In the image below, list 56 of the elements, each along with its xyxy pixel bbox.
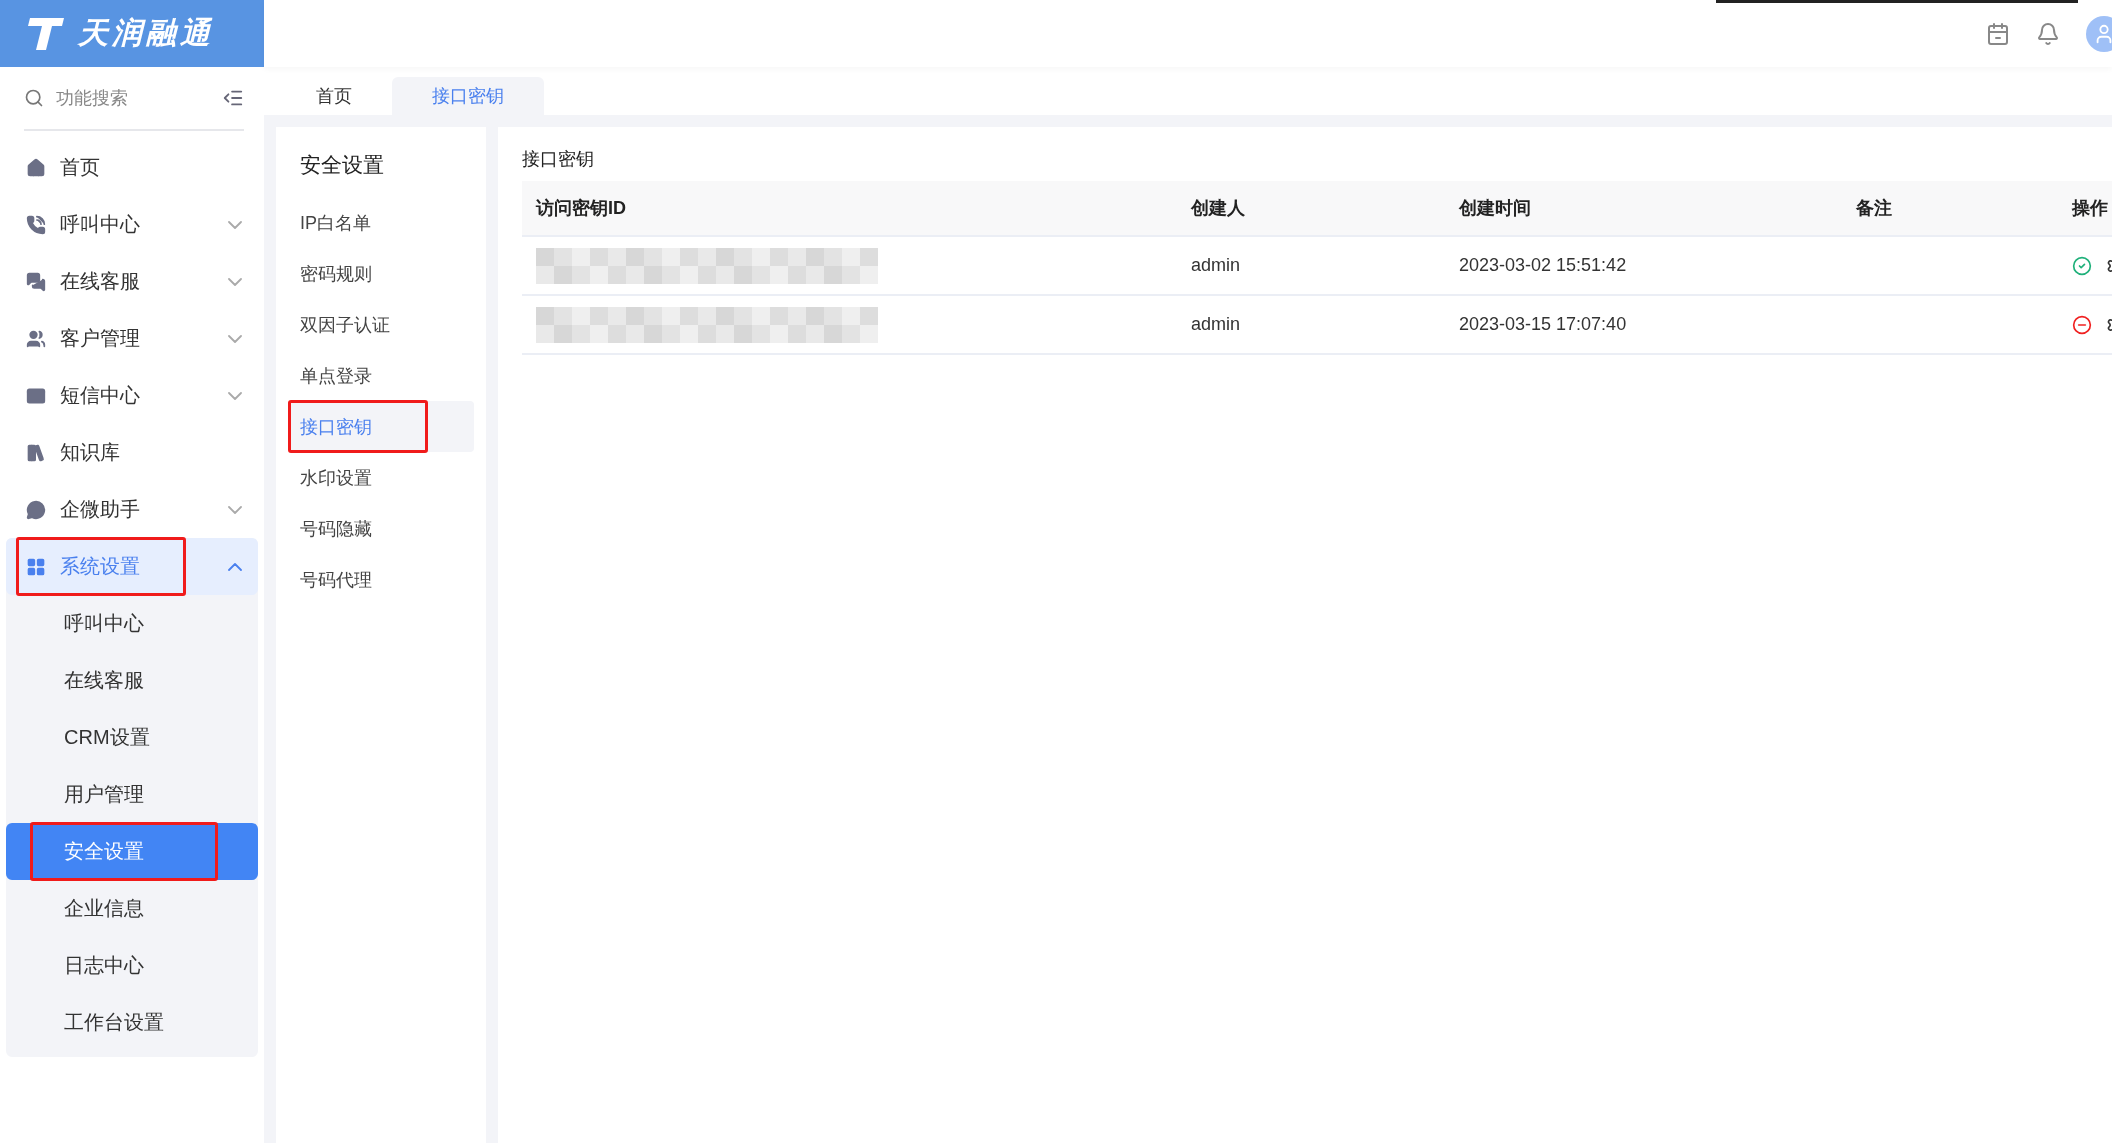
- nav-subitem[interactable]: 用户管理: [6, 766, 258, 823]
- chevron-up-icon: [228, 562, 242, 571]
- home-icon: [26, 157, 46, 178]
- search-field[interactable]: 功能搜索: [54, 86, 212, 110]
- submenu-item[interactable]: 水印设置: [288, 452, 474, 503]
- check-circle-icon[interactable]: [2072, 255, 2092, 276]
- nav-subitem[interactable]: CRM设置: [6, 709, 258, 766]
- nav-subitem[interactable]: 安全设置: [6, 823, 258, 880]
- chevron-down-icon: [228, 220, 242, 229]
- column-header: 创建时间: [1458, 197, 1532, 220]
- bell-icon[interactable]: [2036, 21, 2060, 46]
- table-title: 接口密钥: [522, 148, 595, 171]
- nav-subitem[interactable]: 在线客服: [6, 652, 258, 709]
- phone-icon: [26, 214, 46, 235]
- column-header: 创建人: [1190, 197, 1246, 220]
- table-cell-text: 2023-03-15 17:07:40: [1458, 314, 1628, 335]
- users-icon: [26, 328, 46, 349]
- nav-subitem[interactable]: 日志中心: [6, 937, 258, 994]
- nav-item[interactable]: 呼叫中心: [6, 196, 258, 253]
- minus-circle-icon[interactable]: [2072, 314, 2092, 335]
- table-cell-text: admin: [1190, 255, 1242, 276]
- search-icon: [24, 88, 44, 108]
- submenu-item[interactable]: IP白名单: [288, 197, 474, 248]
- section-title: 安全设置: [299, 152, 385, 178]
- column-header: 操作: [2071, 197, 2109, 220]
- logo: 天润融通: [0, 0, 264, 67]
- grid-icon: [26, 556, 46, 577]
- chevron-down-icon: [228, 277, 242, 286]
- table-cell-text: admin: [1190, 314, 1242, 335]
- submenu-item[interactable]: 接口密钥: [288, 401, 474, 452]
- submenu-item[interactable]: 双因子认证: [288, 299, 474, 350]
- nav-subitem[interactable]: 企业信息: [6, 880, 258, 937]
- table-cell-text: 2023-03-02 15:51:42: [1458, 255, 1628, 276]
- tab[interactable]: 接口密钥: [392, 77, 544, 115]
- submenu-item[interactable]: 号码隐藏: [288, 503, 474, 554]
- nav-item[interactable]: 企微助手: [6, 481, 258, 538]
- nav-item[interactable]: 短信中心: [6, 367, 258, 424]
- chevron-down-icon: [228, 505, 242, 514]
- chat-bubble-icon: [26, 499, 46, 520]
- column-header: 备注: [1855, 197, 1893, 220]
- calendar-icon[interactable]: [1986, 21, 2010, 46]
- nav-subitem[interactable]: 工作台设置: [6, 994, 258, 1051]
- nav-item[interactable]: 知识库: [6, 424, 258, 481]
- logo-icon: [26, 15, 66, 52]
- nav-item[interactable]: 首页: [6, 139, 258, 196]
- chevron-down-icon: [228, 391, 242, 400]
- submenu-item[interactable]: 密码规则: [288, 248, 474, 299]
- chat-icon: [26, 271, 46, 292]
- submenu-item[interactable]: 单点登录: [288, 350, 474, 401]
- tab[interactable]: 首页: [276, 77, 392, 115]
- nav-item[interactable]: 在线客服: [6, 253, 258, 310]
- nav-subitem[interactable]: 呼叫中心: [6, 595, 258, 652]
- submenu-item[interactable]: 号码代理: [288, 554, 474, 605]
- chevron-down-icon: [228, 334, 242, 343]
- column-header: 访问密钥ID: [534, 197, 627, 220]
- nav-item[interactable]: 客户管理: [6, 310, 258, 367]
